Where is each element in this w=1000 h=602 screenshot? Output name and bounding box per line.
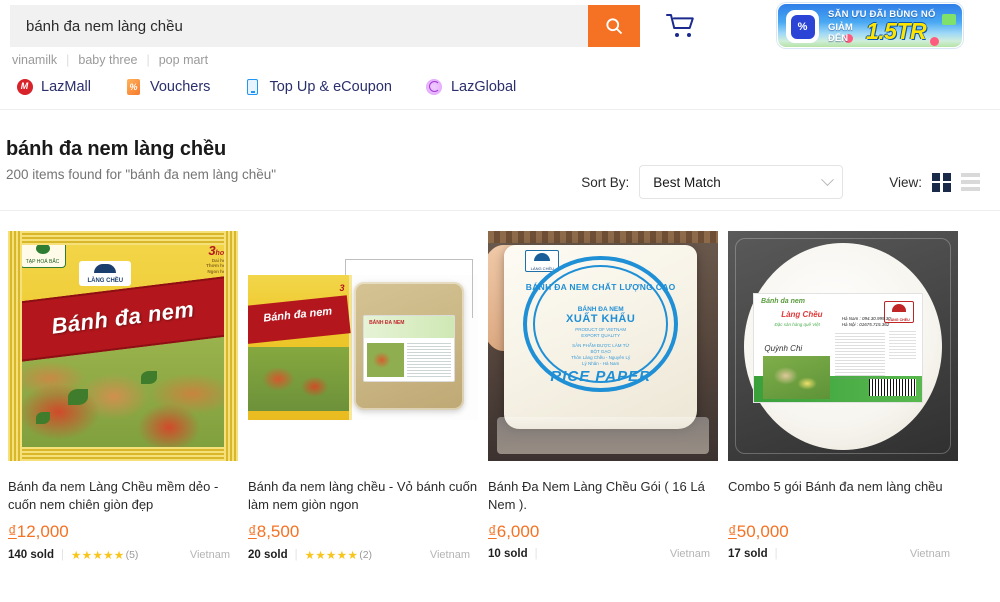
ship-from: Vietnam bbox=[669, 548, 710, 560]
voucher-icon: % bbox=[125, 78, 142, 95]
search-button[interactable] bbox=[588, 5, 640, 47]
sort-by-select[interactable]: Best Match bbox=[639, 165, 844, 199]
chevron-down-icon bbox=[821, 172, 835, 186]
product-card[interactable]: Bánh da nem Làng Chều Đặc sản hàng quê V… bbox=[728, 231, 958, 562]
rating-count: (2) bbox=[359, 549, 373, 561]
sold-count: 20 sold bbox=[248, 549, 288, 561]
ship-from: Vietnam bbox=[909, 548, 950, 560]
product-meta: 10 sold | Vietnam bbox=[488, 548, 718, 560]
nav-item-lazmall[interactable]: M LazMall bbox=[16, 78, 91, 95]
rating-count: (5) bbox=[125, 549, 139, 561]
nav-item-topup[interactable]: Top Up & eCoupon bbox=[244, 78, 392, 95]
sort-toolbar: Sort By: Best Match View: bbox=[0, 158, 1000, 206]
search-box[interactable] bbox=[10, 5, 640, 47]
product-meta: 20 sold | ★★★★★ (2) Vietnam bbox=[248, 548, 478, 562]
hot-word-separator: | bbox=[66, 53, 70, 67]
nav-label-lazmall: LazMall bbox=[41, 78, 91, 95]
sort-by-label: Sort By: bbox=[581, 174, 630, 190]
search-icon bbox=[606, 18, 623, 35]
nav-item-vouchers[interactable]: % Vouchers bbox=[125, 78, 210, 95]
sold-count: 17 sold bbox=[728, 548, 768, 560]
product-price: ₫50,000 bbox=[728, 522, 958, 542]
product-image[interactable]: Bánh đa nem TẠP HOÁ BẮC LÀNG CHỀU 3hơn Da… bbox=[8, 231, 238, 461]
currency-symbol: ₫ bbox=[728, 522, 737, 541]
product-title: Bánh đa nem làng chều - Vỏ bánh cuốn làm… bbox=[248, 479, 478, 512]
product-title: Bánh Đa Nem Làng Chều Gói ( 16 Lá Nem ). bbox=[488, 479, 705, 512]
product-price: ₫6,000 bbox=[488, 522, 718, 542]
product-image[interactable]: Bánh da nem Làng Chều Đặc sản hàng quê V… bbox=[728, 231, 958, 461]
ship-from: Vietnam bbox=[429, 549, 470, 561]
promo-banner[interactable]: % SĂN ƯU ĐÃI BÙNG NỔ GIẢM ĐẾN 1.5TR bbox=[777, 3, 963, 48]
hot-word-separator: | bbox=[146, 53, 150, 67]
hot-words: vinamilk | baby three | pop mart bbox=[0, 48, 1000, 70]
product-title: Combo 5 gói Bánh đa nem làng chều bbox=[728, 479, 943, 494]
meta-separator: | bbox=[774, 548, 778, 560]
hot-word-0[interactable]: vinamilk bbox=[12, 53, 57, 67]
sold-count: 140 sold bbox=[8, 549, 55, 561]
product-price: ₫8,500 bbox=[248, 522, 478, 542]
lazglobal-icon bbox=[426, 78, 443, 95]
price-value: 6,000 bbox=[496, 522, 540, 541]
cart-icon bbox=[666, 14, 694, 37]
rating-stars: ★★★★★ bbox=[304, 550, 359, 562]
rating-stars: ★★★★★ bbox=[71, 550, 125, 562]
promo-den: ĐẾN bbox=[828, 33, 849, 44]
sold-count: 10 sold bbox=[488, 548, 528, 560]
product-price: ₫12,000 bbox=[8, 522, 238, 542]
product-image[interactable]: Bánh đa nem 3 BÁNH ĐA NEM bbox=[248, 231, 478, 461]
search-input[interactable] bbox=[10, 5, 588, 47]
product-card[interactable]: LÀNG CHỀU BÁNH ĐA NEM CHẤT LƯỢNG CAO BÁN… bbox=[488, 231, 718, 562]
topup-icon bbox=[244, 78, 261, 95]
grid-view-icon[interactable] bbox=[932, 172, 951, 192]
meta-separator: | bbox=[61, 549, 65, 561]
header-divider bbox=[0, 109, 1000, 110]
product-meta: 17 sold | Vietnam bbox=[728, 548, 958, 560]
ship-from: Vietnam bbox=[189, 549, 230, 561]
view-label: View: bbox=[889, 174, 922, 190]
price-value: 12,000 bbox=[16, 522, 69, 541]
hot-word-1[interactable]: baby three bbox=[78, 53, 137, 67]
product-meta: 140 sold | ★★★★★ (5) Vietnam bbox=[8, 548, 238, 562]
flower-decor-3 bbox=[942, 14, 956, 25]
percent-voucher-icon: % bbox=[790, 14, 815, 39]
product-card[interactable]: Bánh đa nem 3 BÁNH ĐA NEM Bánh đa nem là… bbox=[248, 231, 478, 562]
nav-label-vouchers: Vouchers bbox=[149, 78, 211, 95]
product-title: Bánh đa nem Làng Chều mềm dẻo - cuốn nem… bbox=[8, 479, 219, 512]
currency-symbol: ₫ bbox=[8, 522, 17, 541]
currency-symbol: ₫ bbox=[248, 522, 257, 541]
nav-label-topup: Top Up & eCoupon bbox=[269, 78, 392, 95]
promo-badge: % bbox=[786, 10, 819, 43]
sort-by-value: Best Match bbox=[653, 174, 721, 190]
nav-label-lazglobal: LazGlobal bbox=[450, 78, 517, 95]
nav-item-lazglobal[interactable]: LazGlobal bbox=[426, 78, 516, 95]
meta-separator: | bbox=[294, 549, 298, 561]
promo-amount: 1.5TR bbox=[866, 18, 927, 44]
promo-line-2: GIẢM ĐẾN bbox=[828, 22, 853, 44]
meta-separator: | bbox=[534, 548, 538, 560]
list-view-icon[interactable] bbox=[961, 172, 980, 192]
product-card[interactable]: Bánh đa nem TẠP HOÁ BẮC LÀNG CHỀU 3hơn Da… bbox=[8, 231, 238, 562]
product-image[interactable]: LÀNG CHỀU BÁNH ĐA NEM CHẤT LƯỢNG CAO BÁN… bbox=[488, 231, 718, 461]
flower-decor-2 bbox=[930, 37, 939, 46]
cart-button[interactable] bbox=[654, 5, 710, 47]
site-header: % SĂN ƯU ĐÃI BÙNG NỔ GIẢM ĐẾN 1.5TR vina… bbox=[0, 0, 1000, 110]
hot-word-2[interactable]: pop mart bbox=[159, 53, 208, 67]
promo-giam: GIẢM bbox=[828, 22, 853, 33]
quick-nav: M LazMall % Vouchers Top Up & eCoupon La… bbox=[0, 70, 1000, 95]
currency-symbol: ₫ bbox=[488, 522, 497, 541]
product-grid: Bánh đa nem TẠP HOÁ BẮC LÀNG CHỀU 3hơn Da… bbox=[0, 211, 1000, 562]
lazmall-icon: M bbox=[16, 78, 33, 95]
price-value: 50,000 bbox=[736, 522, 789, 541]
price-value: 8,500 bbox=[256, 522, 300, 541]
